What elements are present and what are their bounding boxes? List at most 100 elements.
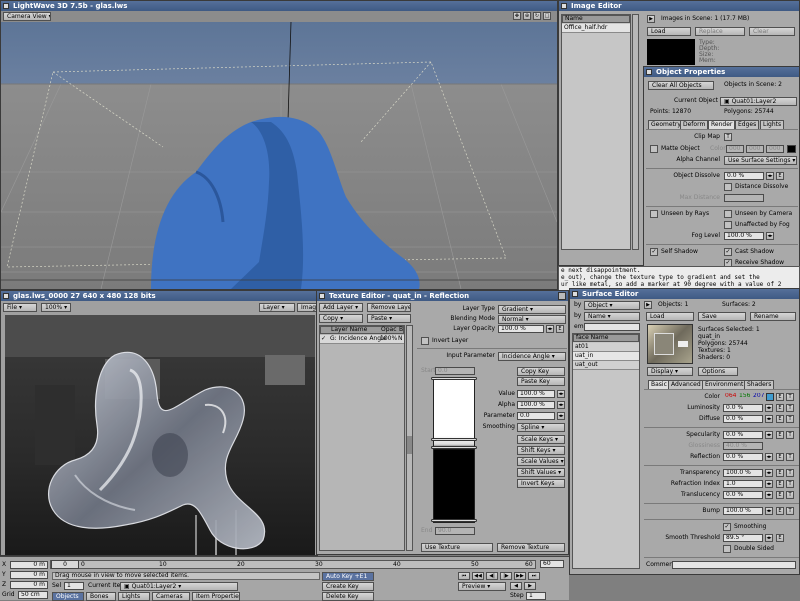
clear-all-objects-button[interactable]: Clear All Objects [648, 81, 714, 90]
cast-shadow-checkbox[interactable]: ✓ [724, 248, 732, 256]
surface-list-item[interactable]: uat_out [573, 361, 639, 370]
previous-frame-icon[interactable]: ◀| [486, 572, 498, 580]
tab-edges[interactable]: Edges [735, 120, 760, 129]
layer-dropdown[interactable]: Layer ▾ [259, 303, 295, 312]
invert-layer-checkbox[interactable] [421, 337, 429, 345]
texture-layer-list[interactable]: Layer Name Opac B ✓ G: Incidence Angle 100% N [319, 325, 405, 551]
bump-texture-button[interactable]: T [786, 507, 794, 515]
viewport-canvas[interactable] [1, 22, 557, 289]
fog-level-slider[interactable]: ◂▸ [766, 232, 774, 240]
gradient-key-marker[interactable] [431, 377, 477, 380]
color-texture-button[interactable]: T [786, 393, 794, 401]
image-list-scrollbar[interactable] [632, 14, 639, 250]
key-parameter-slider[interactable]: ◂▸ [557, 412, 565, 420]
comment-input[interactable] [672, 561, 796, 569]
texture-editor-title-bar[interactable]: Texture Editor - quat_in - Reflection [317, 291, 568, 301]
viewport-zoom-icon[interactable]: ⊕ [523, 12, 531, 20]
add-layer-button[interactable]: Add Layer ▾ [319, 303, 363, 312]
gradient-end-field[interactable]: 90.0 [435, 527, 475, 535]
surface-list-item[interactable]: at01 [573, 343, 639, 352]
gradient-key-marker[interactable] [431, 519, 477, 522]
object-dissolve-envelope-button[interactable]: E [776, 172, 784, 180]
translucency-envelope-button[interactable]: E [776, 491, 784, 499]
refraction-texture-button[interactable]: T [786, 480, 794, 488]
paste-key-button[interactable]: Paste Key [517, 377, 565, 386]
use-texture-button[interactable]: Use Texture [421, 543, 493, 552]
play-forward-icon[interactable]: ▶ [524, 582, 536, 590]
preview-dropdown[interactable]: Preview ▾ [458, 582, 506, 591]
invert-keys-button[interactable]: Invert Keys [517, 479, 565, 488]
key-parameter-field[interactable]: 0.0 [517, 412, 555, 420]
layer-list-scrollbar[interactable] [406, 325, 413, 551]
image-editor-title-bar[interactable]: Image Editor [559, 1, 799, 11]
matte-color-r[interactable]: 000 [726, 145, 744, 153]
transparency-envelope-button[interactable]: E [776, 469, 784, 477]
step-field[interactable]: 1 [526, 592, 546, 600]
auto-key-button[interactable]: Auto Key +E1 [322, 572, 374, 581]
matte-color-swatch[interactable] [787, 145, 796, 153]
luminosity-envelope-button[interactable]: E [776, 404, 784, 412]
zoom-dropdown[interactable]: 100% ▾ [41, 303, 71, 312]
scrollbar-thumb[interactable] [407, 436, 412, 454]
smooth-threshold-envelope-button[interactable]: E [776, 534, 784, 542]
layer-opacity-field[interactable]: 100.0 % [498, 325, 544, 333]
luminosity-texture-button[interactable]: T [786, 404, 794, 412]
scale-keys-button[interactable]: Scale Keys ▾ [517, 435, 565, 444]
tab-basic[interactable]: Basic [648, 380, 670, 389]
luminosity-slider[interactable]: ◂▸ [765, 404, 773, 412]
filter-by-dropdown[interactable]: Name ▾ [584, 312, 640, 321]
translucency-field[interactable]: 0.0 % [723, 491, 763, 499]
transparency-field[interactable]: 100.0 % [723, 469, 763, 477]
smooth-threshold-slider[interactable]: ◂▸ [765, 534, 773, 542]
tab-advanced[interactable]: Advanced [668, 380, 704, 389]
color-g-field[interactable]: 156 [737, 393, 751, 401]
color-r-field[interactable]: 064 [723, 393, 737, 401]
image-list[interactable]: Name Office_half.hdr [561, 14, 631, 250]
z-position-field[interactable]: 0 m [10, 581, 48, 589]
bump-envelope-button[interactable]: E [776, 507, 784, 515]
surface-editor-title-bar[interactable]: Surface Editor [570, 289, 799, 299]
image-dropdown[interactable]: Image [297, 303, 317, 312]
key-alpha-field[interactable]: 100.0 % [517, 401, 555, 409]
end-frame-field[interactable]: 60 [540, 560, 564, 568]
diffuse-field[interactable]: 0.0 % [723, 415, 763, 423]
gradient-bar[interactable] [433, 377, 475, 523]
reflection-envelope-button[interactable]: E [776, 453, 784, 461]
viewport-title-bar[interactable]: LightWave 3D 7.5b - glas.lws [1, 1, 557, 11]
tab-geometry[interactable]: Geometry [648, 120, 684, 129]
color-envelope-button[interactable]: E [776, 393, 784, 401]
tab-shaders[interactable]: Shaders [744, 380, 775, 389]
gradient-key-marker[interactable] [431, 438, 477, 441]
current-frame-marker[interactable]: 0 [51, 560, 79, 569]
shift-values-button[interactable]: Shift Values ▾ [517, 468, 565, 477]
viewport-rotate-icon[interactable]: ↻ [533, 12, 541, 20]
remove-texture-button[interactable]: Remove Texture [497, 543, 565, 552]
glossiness-field[interactable]: 40.0 % [723, 442, 763, 450]
next-frame-icon[interactable]: |▶ [500, 572, 512, 580]
transparency-texture-button[interactable]: T [786, 469, 794, 477]
layer-enabled-icon[interactable]: ✓ [321, 335, 326, 343]
tab-environment[interactable]: Environment [702, 380, 747, 389]
smooth-threshold-field[interactable]: 89.5 ° [723, 534, 763, 542]
create-key-button[interactable]: Create Key [322, 582, 374, 591]
layer-opacity-envelope-button[interactable]: E [556, 325, 564, 333]
next-key-icon[interactable]: ▶▶ [514, 572, 526, 580]
replace-image-button[interactable]: Replace [695, 27, 745, 36]
viewport-maximize-icon[interactable]: □ [543, 12, 551, 20]
alpha-channel-dropdown[interactable]: Use Surface Settings ▾ [724, 156, 797, 165]
copy-key-button[interactable]: Copy Key [517, 367, 565, 376]
y-position-field[interactable]: 0 m [10, 571, 48, 579]
x-position-field[interactable]: 0 m [10, 561, 48, 569]
transparency-slider[interactable]: ◂▸ [765, 469, 773, 477]
diffuse-slider[interactable]: ◂▸ [765, 415, 773, 423]
reflection-slider[interactable]: ◂▸ [765, 453, 773, 461]
matte-object-checkbox[interactable] [650, 145, 658, 153]
surface-list-item[interactable]: uat_in [573, 352, 639, 361]
self-shadow-checkbox[interactable]: ✓ [650, 248, 658, 256]
go-first-icon[interactable]: ⏮ [458, 572, 470, 580]
gradient-start-field[interactable]: 0.0 [435, 367, 475, 375]
grid-size-field[interactable]: 50 cm [18, 591, 48, 599]
specularity-field[interactable]: 0.0 % [723, 431, 763, 439]
reflection-texture-button[interactable]: T [786, 453, 794, 461]
fog-level-field[interactable]: 100.0 % [724, 232, 764, 240]
